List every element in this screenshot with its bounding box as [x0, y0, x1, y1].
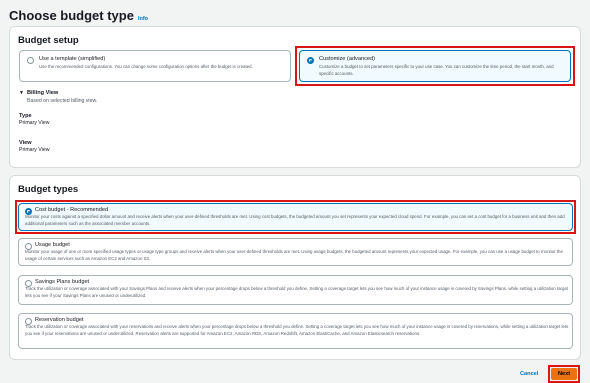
customize-radio[interactable]	[307, 57, 314, 64]
option-savings-plans-budget[interactable]: Savings Plans budget Track the utilizati…	[18, 275, 573, 305]
cancel-button[interactable]: Cancel	[520, 371, 538, 377]
budget-setup-panel: Budget setup Use a template (simplified)…	[9, 26, 581, 168]
billing-view-description: Based on selected billing view.	[27, 98, 98, 104]
reservation-label: Reservation budget	[35, 317, 84, 323]
usage-budget-description: Monitor your usage of one or more specif…	[25, 249, 563, 261]
option-use-template[interactable]: Use a template (simplified) Use the reco…	[19, 50, 291, 82]
reservation-description: Track the utilization or coverage associ…	[25, 324, 569, 336]
template-option-description: Use the recommended configurations. You …	[39, 64, 253, 69]
type-label: Type	[19, 113, 32, 119]
view-label: View	[19, 140, 32, 146]
caret-down-icon: ▼	[19, 90, 24, 96]
budget-setup-title: Budget setup	[18, 35, 79, 46]
cost-budget-description: Monitor your costs against a specified d…	[25, 214, 565, 226]
page-title: Choose budget type Info	[9, 8, 148, 23]
view-value: Primary View	[19, 147, 50, 153]
template-radio[interactable]	[27, 57, 34, 64]
type-value: Primary View	[19, 120, 50, 126]
info-link[interactable]: Info	[138, 16, 148, 22]
budget-types-title: Budget types	[18, 184, 79, 195]
option-reservation-budget[interactable]: Reservation budget Track the utilization…	[18, 313, 573, 349]
customize-option-label: Customize (advanced)	[319, 56, 375, 62]
next-button[interactable]: Next	[551, 368, 577, 380]
customize-option-description: Customize a budget to set parameters spe…	[319, 64, 554, 76]
option-customize[interactable]: Customize (advanced) Customize a budget …	[299, 50, 571, 82]
budget-types-panel: Budget types Cost budget - Recommended M…	[9, 175, 581, 360]
savings-plans-label: Savings Plans budget	[35, 279, 90, 285]
template-option-label: Use a template (simplified)	[39, 56, 106, 62]
billing-view-toggle[interactable]: ▼ Billing View	[19, 90, 58, 96]
option-cost-budget[interactable]: Cost budget - Recommended Monitor your c…	[18, 203, 573, 231]
usage-budget-label: Usage budget	[35, 242, 70, 248]
cost-budget-label: Cost budget - Recommended	[35, 207, 109, 213]
billing-view-label: Billing View	[26, 90, 59, 96]
savings-plans-description: Track the utilization or coverage associ…	[25, 286, 569, 298]
page-title-text: Choose budget type	[9, 8, 134, 23]
option-usage-budget[interactable]: Usage budget Monitor your usage of one o…	[18, 238, 573, 266]
